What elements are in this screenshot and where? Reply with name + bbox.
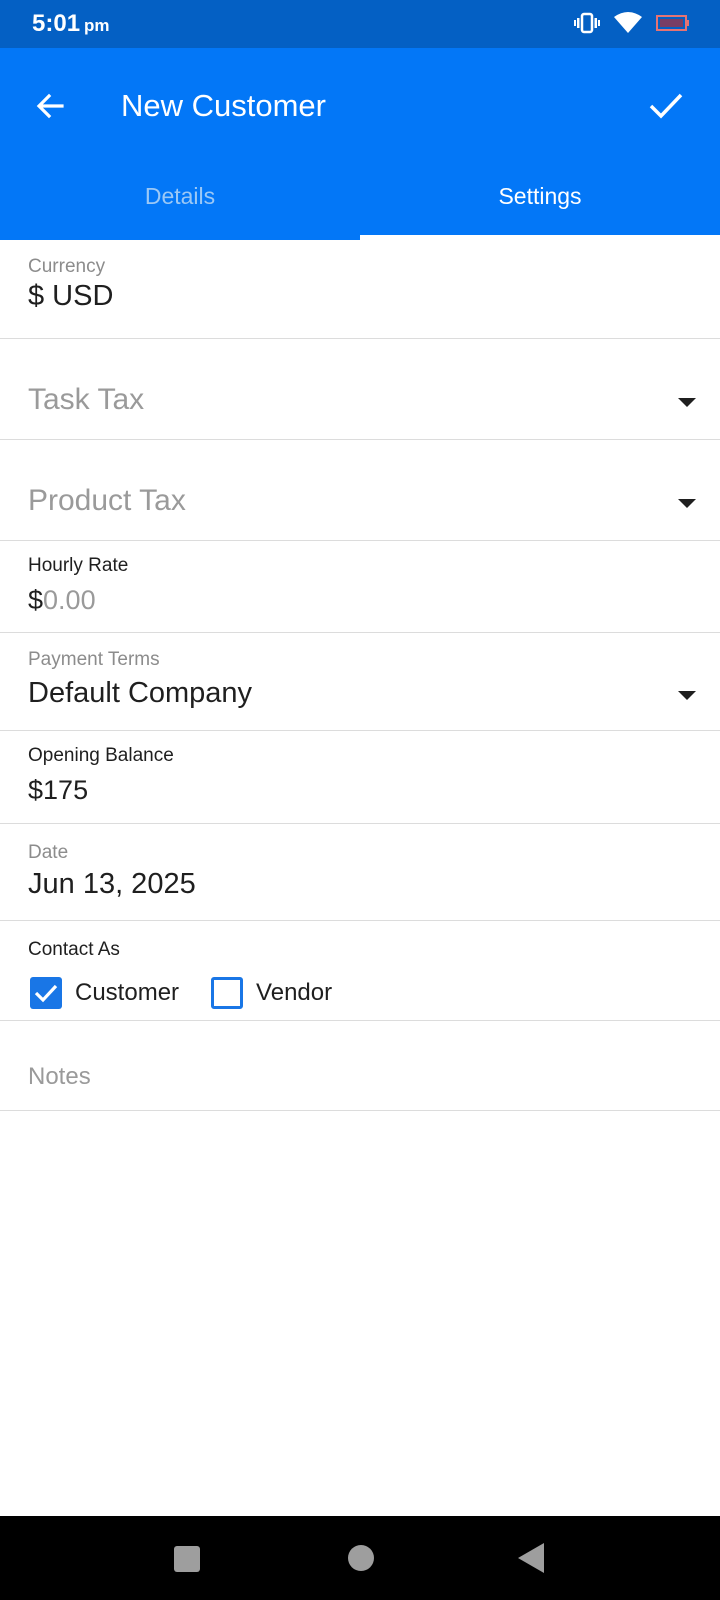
task-tax-placeholder: Task Tax bbox=[28, 383, 145, 416]
task-tax-dropdown-icon bbox=[678, 398, 696, 407]
notes-field[interactable]: Notes bbox=[0, 1021, 720, 1111]
date-value: Jun 13, 2025 bbox=[28, 868, 196, 900]
opening-balance-value: 175 bbox=[43, 775, 89, 805]
wifi-icon bbox=[614, 12, 642, 39]
vendor-checkbox[interactable] bbox=[211, 977, 244, 1009]
page-title: New Customer bbox=[121, 88, 326, 123]
payment-terms-label: Payment Terms bbox=[28, 649, 160, 670]
payment-terms-dropdown-icon bbox=[678, 691, 696, 700]
hourly-rate-prefix: $ bbox=[28, 585, 44, 615]
save-button[interactable] bbox=[642, 82, 690, 130]
currency-label: Currency bbox=[28, 256, 106, 277]
currency-value: $ USD bbox=[28, 280, 114, 312]
hourly-rate-input[interactable]: $0.00 bbox=[28, 585, 96, 616]
contact-as-label: Contact As bbox=[28, 939, 120, 960]
date-label: Date bbox=[28, 842, 69, 863]
check-icon bbox=[649, 93, 683, 119]
tab-details[interactable]: Details bbox=[0, 152, 360, 240]
product-tax-placeholder: Product Tax bbox=[28, 484, 186, 517]
contact-as-options: Customer Vendor bbox=[30, 977, 332, 1009]
opening-balance-prefix: $ bbox=[28, 775, 44, 805]
system-nav-bar bbox=[0, 1516, 720, 1600]
payment-terms-dropdown[interactable]: Payment Terms Default Company bbox=[0, 633, 720, 731]
currency-field[interactable]: Currency $ USD bbox=[0, 240, 720, 339]
recents-square-icon[interactable] bbox=[174, 1546, 200, 1572]
back-button[interactable] bbox=[26, 82, 74, 130]
tab-settings[interactable]: Settings bbox=[360, 152, 720, 240]
status-ampm: pm bbox=[84, 16, 110, 35]
home-circle-icon[interactable] bbox=[348, 1545, 374, 1571]
hourly-rate-label: Hourly Rate bbox=[28, 555, 129, 576]
opening-balance-input[interactable]: $175 bbox=[28, 775, 88, 806]
opening-balance-label: Opening Balance bbox=[28, 745, 174, 766]
status-icons bbox=[574, 12, 690, 39]
status-time: 5:01 pm bbox=[32, 10, 110, 37]
settings-form: Currency $ USD Task Tax Product Tax Hour… bbox=[0, 240, 720, 1111]
check-icon bbox=[34, 984, 58, 1003]
arrow-left-icon bbox=[36, 93, 64, 119]
battery-low-icon bbox=[656, 13, 690, 38]
contact-as-field: Contact As Customer Vendor bbox=[0, 921, 720, 1021]
app-bar: New Customer Details Settings bbox=[0, 48, 720, 240]
vendor-checkbox-label[interactable]: Vendor bbox=[256, 979, 332, 1007]
product-tax-dropdown[interactable]: Product Tax bbox=[0, 440, 720, 541]
status-bar: 5:01 pm bbox=[0, 0, 720, 48]
product-tax-dropdown-icon bbox=[678, 499, 696, 508]
date-field[interactable]: Date Jun 13, 2025 bbox=[0, 824, 720, 921]
customer-checkbox-label[interactable]: Customer bbox=[75, 979, 179, 1007]
task-tax-dropdown[interactable]: Task Tax bbox=[0, 339, 720, 440]
vibrate-icon bbox=[574, 12, 600, 39]
hourly-rate-field[interactable]: Hourly Rate $0.00 bbox=[0, 541, 720, 633]
back-triangle-icon[interactable] bbox=[518, 1543, 544, 1573]
notes-placeholder: Notes bbox=[28, 1063, 91, 1090]
tab-bar: Details Settings bbox=[0, 152, 720, 240]
customer-checkbox[interactable] bbox=[30, 977, 62, 1009]
hourly-rate-placeholder: 0.00 bbox=[43, 585, 96, 615]
opening-balance-field[interactable]: Opening Balance $175 bbox=[0, 731, 720, 824]
payment-terms-value: Default Company bbox=[28, 677, 253, 709]
